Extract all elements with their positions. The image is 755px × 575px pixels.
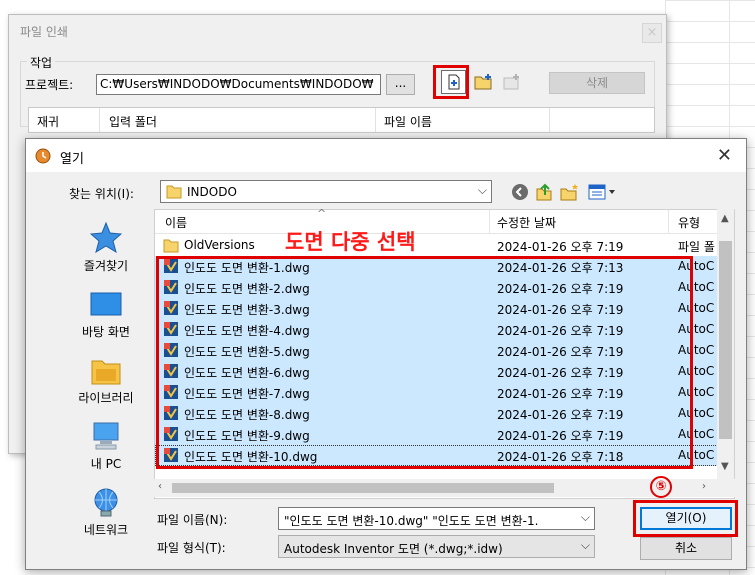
place-label: 즐겨찾기 bbox=[83, 259, 129, 273]
back-button[interactable] bbox=[509, 181, 531, 203]
add-files-button[interactable] bbox=[499, 70, 524, 94]
file-date: 2024-01-26 오후 7:19 bbox=[497, 240, 624, 254]
col-separator bbox=[668, 210, 669, 234]
multi-select-highlight-box bbox=[156, 256, 693, 469]
file-type-label: 파일 형식(T): bbox=[157, 541, 226, 555]
up-folder-icon bbox=[536, 183, 552, 201]
up-folder-button[interactable] bbox=[533, 181, 555, 203]
places-bar: 즐겨찾기 바탕 화면 라이브러리 내 PC 네트워크 bbox=[51, 209, 161, 539]
col-separator bbox=[99, 108, 100, 132]
desktop-icon bbox=[90, 292, 122, 316]
print-list-header: 재귀 입력 폴더 파일 이름 bbox=[28, 107, 655, 133]
horizontal-scrollbar[interactable]: ‹ › bbox=[154, 479, 735, 497]
network-icon bbox=[94, 488, 118, 517]
file-type-value: Autodesk Inventor 도면 (*.dwg;*.idw) bbox=[284, 542, 503, 556]
scroll-up-icon[interactable]: ▲ bbox=[721, 213, 729, 224]
place-libraries[interactable]: 라이브러리 bbox=[51, 351, 161, 406]
place-favorites[interactable]: 즐겨찾기 bbox=[51, 219, 161, 274]
computer-icon bbox=[93, 422, 119, 450]
new-file-highlight-box bbox=[433, 65, 469, 99]
navigation-toolbar bbox=[509, 181, 619, 203]
file-type: 파일 폴 bbox=[678, 240, 715, 254]
horizontal-scroll-thumb[interactable] bbox=[172, 483, 554, 493]
column-date-header[interactable]: 수정한 날짜 bbox=[497, 214, 556, 231]
step-number-badge: ⑤ bbox=[650, 476, 672, 498]
add-files-icon bbox=[503, 74, 519, 90]
chevron-down-icon[interactable]: ⌵ bbox=[581, 510, 590, 525]
look-in-dropdown[interactable]: INDODO ⌵ bbox=[160, 180, 492, 203]
view-menu-icon bbox=[588, 184, 615, 200]
list-item-folder[interactable]: OldVersions 2024-01-26 오후 7:19 파일 폴 bbox=[155, 235, 720, 256]
col-recursive: 재귀 bbox=[37, 115, 60, 129]
add-folder-icon bbox=[474, 74, 491, 90]
inventor-app-icon bbox=[35, 148, 51, 164]
back-icon bbox=[512, 184, 528, 200]
col-file-name: 파일 이름 bbox=[384, 115, 432, 129]
cancel-button[interactable]: 취소 bbox=[640, 537, 732, 560]
col-separator bbox=[375, 108, 376, 132]
file-name: OldVersions bbox=[184, 238, 255, 252]
chevron-down-icon: ⌵ bbox=[477, 183, 487, 197]
file-name-label: 파일 이름(N): bbox=[157, 513, 228, 527]
scroll-left-icon[interactable]: ‹ bbox=[158, 481, 162, 492]
open-dialog-close-button[interactable]: ✕ bbox=[717, 145, 732, 166]
vertical-scroll-thumb[interactable] bbox=[719, 241, 732, 439]
column-type-header[interactable]: 유형 bbox=[678, 214, 700, 231]
new-folder-button[interactable] bbox=[559, 181, 581, 203]
open-dialog-titlebar: 열기 ✕ bbox=[26, 139, 746, 172]
file-type-dropdown[interactable]: Autodesk Inventor 도면 (*.dwg;*.idw) ⌵ bbox=[278, 535, 595, 558]
multi-select-annotation: 도면 다중 선택 bbox=[285, 230, 416, 254]
place-label: 바탕 화면 bbox=[82, 325, 130, 339]
place-desktop[interactable]: 바탕 화면 bbox=[51, 285, 161, 340]
project-label: 프로젝트: bbox=[25, 78, 74, 92]
col-separator bbox=[549, 108, 550, 132]
open-dialog-title: 열기 bbox=[60, 152, 84, 167]
place-label: 라이브러리 bbox=[78, 391, 134, 405]
vertical-scrollbar[interactable]: ▲ ▼ bbox=[717, 209, 734, 479]
view-menu-button[interactable] bbox=[587, 181, 617, 203]
scroll-down-icon[interactable]: ▼ bbox=[721, 461, 729, 472]
file-list-header: ^ 이름 수정한 날짜 유형 bbox=[155, 207, 720, 234]
scroll-right-icon[interactable]: › bbox=[702, 481, 706, 492]
new-folder-icon bbox=[560, 184, 578, 201]
print-dialog-title: 파일 인쇄 bbox=[20, 25, 68, 39]
star-icon bbox=[90, 221, 122, 253]
add-folder-button[interactable] bbox=[471, 70, 496, 94]
place-label: 내 PC bbox=[90, 457, 122, 471]
file-name-value: "인도도 도면 변환-10.dwg" "인도도 도면 변환-1. bbox=[284, 514, 539, 528]
look-in-value: INDODO bbox=[187, 185, 237, 199]
col-input-folder: 입력 폴더 bbox=[109, 115, 157, 129]
chevron-down-icon: ⌵ bbox=[580, 538, 590, 552]
print-dialog-close-button[interactable]: × bbox=[642, 23, 662, 43]
col-separator bbox=[489, 210, 490, 234]
open-button[interactable]: 열기(O) bbox=[640, 507, 732, 530]
sort-ascending-icon: ^ bbox=[317, 207, 327, 220]
task-group-label: 작업 bbox=[27, 54, 56, 71]
place-this-pc[interactable]: 내 PC bbox=[51, 417, 161, 472]
column-name-header[interactable]: 이름 bbox=[165, 214, 187, 231]
delete-button[interactable]: 삭제 bbox=[549, 72, 645, 94]
folder-icon bbox=[163, 239, 179, 253]
folder-icon bbox=[166, 185, 182, 199]
browse-button[interactable]: ... bbox=[386, 74, 415, 95]
library-icon bbox=[91, 360, 121, 385]
place-network[interactable]: 네트워크 bbox=[51, 483, 161, 538]
look-in-label: 찾는 위치(I): bbox=[69, 187, 134, 201]
place-label: 네트워크 bbox=[83, 523, 129, 537]
file-name-field[interactable]: "인도도 도면 변환-10.dwg" "인도도 도면 변환-1. ⌵ bbox=[278, 507, 595, 530]
project-path-field[interactable]: C:₩Users₩INDODO₩Documents₩INDODO₩ bbox=[96, 74, 381, 95]
